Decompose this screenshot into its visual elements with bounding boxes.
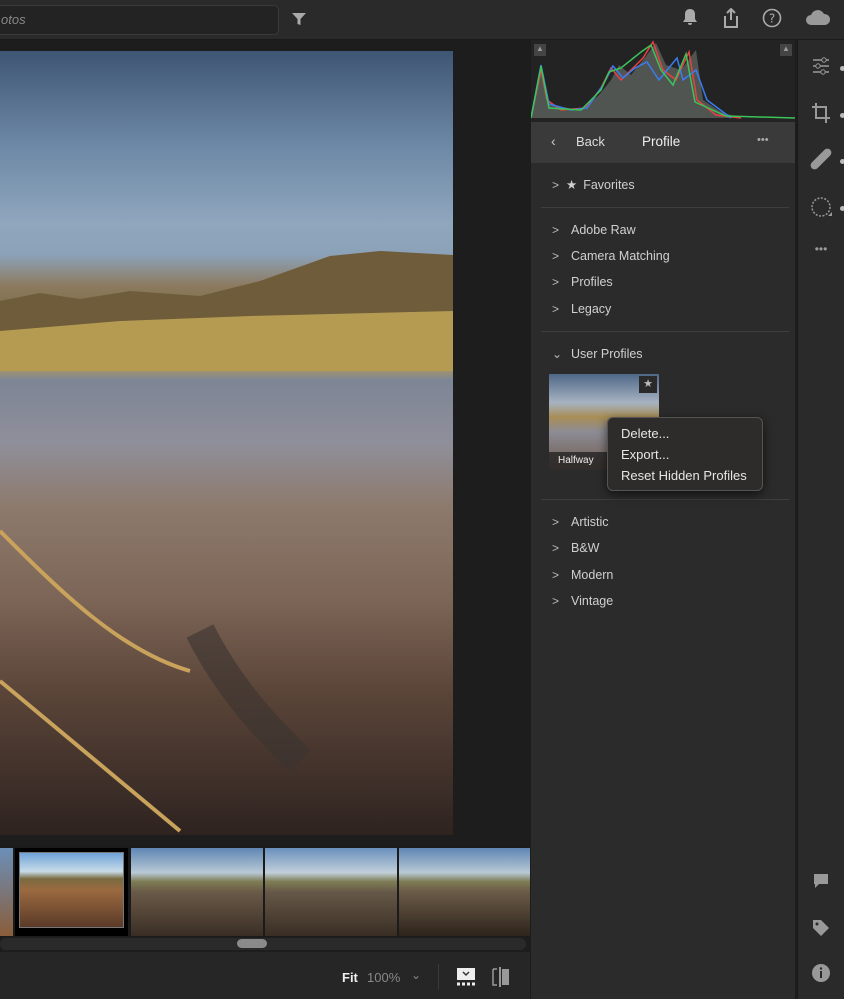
chevron-right-icon: > [552, 541, 560, 555]
scrollbar-thumb[interactable] [237, 939, 267, 948]
bottom-bar: Fit 100% ⌄ [0, 952, 530, 999]
group-label: Profiles [571, 275, 613, 289]
group-label: User Profiles [571, 347, 643, 361]
sand-ridges [0, 529, 311, 833]
filmstrip-toggle-icon[interactable] [456, 967, 476, 992]
chevron-right-icon: > [552, 178, 560, 192]
panel-title: Profile [642, 134, 681, 149]
group-profiles[interactable]: > Profiles [552, 272, 613, 292]
masking-icon[interactable] [808, 196, 834, 222]
edit-sliders-icon[interactable] [808, 56, 834, 82]
zoom-level[interactable]: 100% [367, 970, 400, 985]
compare-view-icon[interactable] [491, 967, 511, 992]
group-label: B&W [571, 541, 600, 555]
comment-icon[interactable] [808, 871, 834, 897]
group-label: Vintage [571, 594, 614, 608]
group-modern[interactable]: > Modern [552, 565, 613, 585]
group-artistic[interactable]: > Artistic [552, 512, 609, 532]
search-input[interactable]: otos [0, 5, 279, 35]
indicator-dot [840, 66, 844, 71]
indicator-dot [840, 159, 844, 164]
chevron-right-icon: > [552, 302, 560, 316]
filmstrip-thumbnail[interactable] [399, 848, 530, 936]
group-camera-matching[interactable]: > Camera Matching [552, 246, 670, 266]
menu-item-delete[interactable]: Delete... [608, 423, 762, 444]
group-label: Favorites [583, 178, 635, 192]
group-favorites[interactable]: > ★ Favorites [552, 175, 635, 195]
filmstrip-thumbnail[interactable] [0, 848, 13, 936]
divider [541, 331, 789, 332]
tag-icon[interactable] [808, 918, 834, 944]
filmstrip-scrollbar[interactable] [0, 938, 526, 950]
profile-header: ‹ Back Profile ••• [531, 122, 795, 163]
divider [541, 499, 789, 500]
help-icon[interactable]: ? [760, 8, 784, 32]
menu-item-reset-hidden-profiles[interactable]: Reset Hidden Profiles [608, 465, 762, 486]
more-icon[interactable]: ••• [808, 236, 834, 262]
group-adobe-raw[interactable]: > Adobe Raw [552, 220, 636, 240]
filter-icon[interactable] [287, 8, 311, 32]
crop-icon[interactable] [808, 102, 834, 128]
divider [438, 964, 439, 990]
star-icon: ★ [566, 178, 578, 192]
context-menu: Delete... Export... Reset Hidden Profile… [607, 417, 763, 491]
chevron-right-icon: > [552, 223, 560, 237]
back-chevron-icon[interactable]: ‹ [551, 133, 556, 149]
group-legacy[interactable]: > Legacy [552, 299, 611, 319]
favorite-star-icon[interactable]: ★ [639, 376, 657, 393]
group-bw[interactable]: > B&W [552, 538, 599, 558]
shadow-clipping-toggle[interactable]: ▲ [534, 44, 546, 56]
mountain-range [0, 251, 453, 371]
chevron-right-icon: > [552, 568, 560, 582]
zoom-chevron-down-icon[interactable]: ⌄ [411, 968, 421, 982]
main-photo[interactable] [0, 51, 453, 835]
more-options-button[interactable]: ••• [757, 134, 769, 146]
filmstrip-thumbnail-selected[interactable] [15, 848, 128, 936]
histogram: ▲ ▲ [530, 40, 796, 122]
chevron-right-icon: > [552, 275, 560, 289]
group-user-profiles[interactable]: ⌄ User Profiles [552, 344, 643, 364]
indicator-dot [840, 206, 844, 211]
chevron-right-icon: > [552, 515, 560, 529]
chevron-right-icon: > [552, 249, 560, 263]
tool-strip [797, 40, 844, 999]
chevron-right-icon: > [552, 594, 560, 608]
indicator-dot [840, 113, 844, 118]
back-button[interactable]: Back [576, 134, 605, 149]
menu-item-export[interactable]: Export... [608, 444, 762, 465]
divider [541, 207, 789, 208]
filmstrip-thumbnail[interactable] [265, 848, 397, 936]
info-icon[interactable] [808, 963, 834, 989]
chevron-down-icon: ⌄ [552, 347, 563, 361]
healing-icon[interactable] [808, 148, 834, 174]
bell-icon[interactable] [678, 8, 702, 32]
group-label: Modern [571, 568, 614, 582]
group-label: Adobe Raw [571, 223, 636, 237]
cloud-icon[interactable] [803, 8, 833, 32]
share-icon[interactable] [719, 7, 743, 32]
group-label: Legacy [571, 302, 612, 316]
highlight-clipping-toggle[interactable]: ▲ [780, 44, 792, 56]
filmstrip-thumbnail[interactable] [131, 848, 263, 936]
group-label: Camera Matching [571, 249, 670, 263]
svg-text:?: ? [769, 12, 775, 26]
fit-button[interactable]: Fit [342, 970, 358, 985]
group-vintage[interactable]: > Vintage [552, 591, 613, 611]
group-label: Artistic [571, 515, 609, 529]
